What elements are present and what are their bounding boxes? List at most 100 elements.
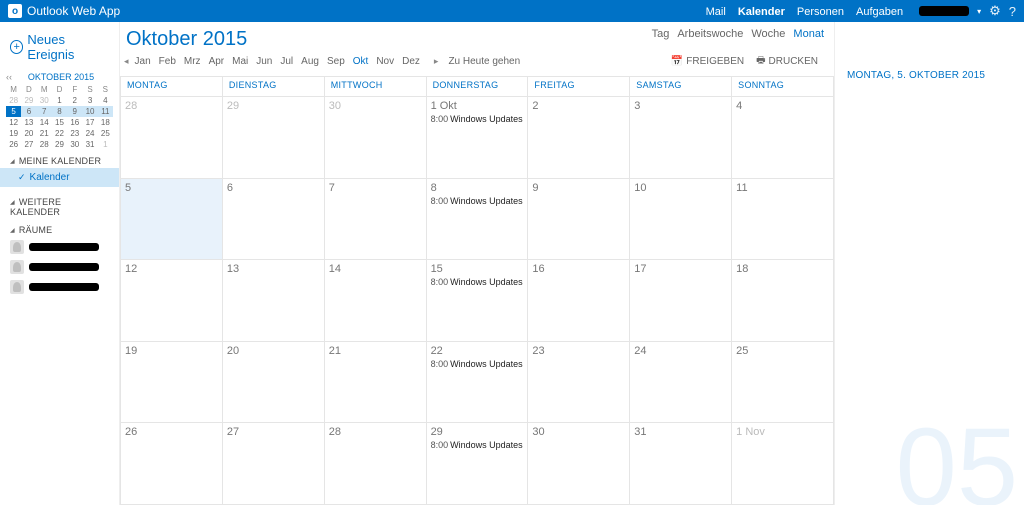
mini-day[interactable]: 9 bbox=[67, 106, 82, 117]
calendar-item-kalender[interactable]: ✓Kalender bbox=[0, 168, 119, 187]
mini-day[interactable]: 21 bbox=[37, 128, 52, 139]
help-icon[interactable]: ? bbox=[1009, 4, 1016, 19]
room-item[interactable] bbox=[0, 277, 119, 297]
day-cell[interactable]: 228:00Windows Updates an Schu bbox=[427, 342, 529, 424]
month-jan[interactable]: Jan bbox=[135, 56, 151, 67]
day-cell[interactable]: 7 bbox=[325, 179, 427, 261]
mini-day[interactable]: 2 bbox=[67, 95, 82, 106]
mini-day[interactable]: 3 bbox=[82, 95, 97, 106]
day-cell[interactable]: 10 bbox=[630, 179, 732, 261]
mini-day[interactable]: 25 bbox=[98, 128, 113, 139]
month-aug[interactable]: Aug bbox=[301, 56, 319, 67]
mini-day[interactable]: 19 bbox=[6, 128, 21, 139]
nav-kalender[interactable]: Kalender bbox=[738, 6, 785, 18]
view-monat[interactable]: Monat bbox=[793, 28, 824, 40]
day-cell[interactable]: 88:00Windows Updates an Schu bbox=[427, 179, 529, 261]
day-cell[interactable]: 14 bbox=[325, 260, 427, 342]
room-item[interactable] bbox=[0, 237, 119, 257]
day-cell[interactable]: 17 bbox=[630, 260, 732, 342]
gear-icon[interactable]: ⚙ bbox=[989, 3, 1001, 19]
new-event-button[interactable]: + Neues Ereignis bbox=[0, 26, 119, 72]
app-logo[interactable]: o Outlook Web App bbox=[8, 4, 120, 18]
day-cell[interactable]: 21 bbox=[325, 342, 427, 424]
day-cell[interactable]: 12 bbox=[121, 260, 223, 342]
day-cell[interactable]: 20 bbox=[223, 342, 325, 424]
calendar-event[interactable]: 8:00Windows Updates an Schu bbox=[431, 114, 524, 124]
mini-day[interactable]: 5 bbox=[6, 106, 21, 117]
share-button[interactable]: 📅 FREIGEBEN bbox=[671, 56, 744, 67]
day-cell[interactable]: 1 Nov bbox=[732, 423, 834, 505]
print-button[interactable]: 🖶 DRUCKEN bbox=[756, 53, 818, 70]
day-cell[interactable]: 158:00Windows Updates an Schu bbox=[427, 260, 529, 342]
day-cell[interactable]: 23 bbox=[528, 342, 630, 424]
day-cell[interactable]: 31 bbox=[630, 423, 732, 505]
mini-day[interactable]: 12 bbox=[6, 117, 21, 128]
mini-day[interactable]: 18 bbox=[98, 117, 113, 128]
section-other-calendars[interactable]: WEITERE KALENDER bbox=[0, 187, 119, 219]
section-my-calendars[interactable]: MEINE KALENDER bbox=[0, 150, 119, 168]
mini-day[interactable]: 1 bbox=[98, 139, 113, 150]
calendar-event[interactable]: 8:00Windows Updates an Schu bbox=[431, 359, 524, 369]
day-cell[interactable]: 24 bbox=[630, 342, 732, 424]
view-tag[interactable]: Tag bbox=[652, 28, 670, 40]
day-cell[interactable]: 30 bbox=[528, 423, 630, 505]
month-nov[interactable]: Nov bbox=[376, 56, 394, 67]
room-item[interactable] bbox=[0, 257, 119, 277]
nav-personen[interactable]: Personen bbox=[797, 6, 844, 18]
day-cell[interactable]: 11 bbox=[732, 179, 834, 261]
day-cell[interactable]: 6 bbox=[223, 179, 325, 261]
section-rooms[interactable]: RÄUME bbox=[0, 219, 119, 237]
day-cell[interactable]: 19 bbox=[121, 342, 223, 424]
mini-day[interactable]: 14 bbox=[37, 117, 52, 128]
mini-day[interactable]: 16 bbox=[67, 117, 82, 128]
day-cell[interactable]: 9 bbox=[528, 179, 630, 261]
month-prev-icon[interactable]: ◂ bbox=[124, 56, 129, 67]
user-menu[interactable]: ▾ bbox=[919, 6, 981, 16]
mini-day[interactable]: 28 bbox=[37, 139, 52, 150]
mini-day[interactable]: 30 bbox=[37, 95, 52, 106]
mini-day[interactable]: 4 bbox=[98, 95, 113, 106]
month-jul[interactable]: Jul bbox=[280, 56, 293, 67]
month-mai[interactable]: Mai bbox=[232, 56, 248, 67]
mini-day[interactable]: 30 bbox=[67, 139, 82, 150]
month-dez[interactable]: Dez bbox=[402, 56, 420, 67]
mini-day[interactable]: 27 bbox=[21, 139, 36, 150]
mini-day[interactable]: 6 bbox=[21, 106, 36, 117]
day-cell[interactable]: 29 bbox=[223, 97, 325, 179]
mini-day[interactable]: 24 bbox=[82, 128, 97, 139]
day-cell[interactable]: 26 bbox=[121, 423, 223, 505]
day-cell[interactable]: 27 bbox=[223, 423, 325, 505]
mini-day[interactable]: 31 bbox=[82, 139, 97, 150]
mini-day[interactable]: 23 bbox=[67, 128, 82, 139]
month-apr[interactable]: Apr bbox=[209, 56, 225, 67]
day-cell[interactable]: 28 bbox=[325, 423, 427, 505]
day-cell[interactable]: 30 bbox=[325, 97, 427, 179]
mini-calendar[interactable]: ‹‹ OKTOBER 2015 › MDMDFSS282930123456789… bbox=[0, 72, 119, 150]
calendar-event[interactable]: 8:00Windows Updates an Schu bbox=[431, 277, 524, 287]
day-cell[interactable]: 16 bbox=[528, 260, 630, 342]
mini-day[interactable]: 20 bbox=[21, 128, 36, 139]
day-cell[interactable]: 3 bbox=[630, 97, 732, 179]
mini-day[interactable]: 10 bbox=[82, 106, 97, 117]
month-grid[interactable]: MONTAGDIENSTAGMITTWOCHDONNERSTAGFREITAGS… bbox=[120, 76, 834, 505]
month-mrz[interactable]: Mrz bbox=[184, 56, 201, 67]
month-okt[interactable]: Okt bbox=[353, 56, 369, 67]
day-cell[interactable]: 28 bbox=[121, 97, 223, 179]
month-sep[interactable]: Sep bbox=[327, 56, 345, 67]
nav-aufgaben[interactable]: Aufgaben bbox=[856, 6, 903, 18]
day-cell[interactable]: 4 bbox=[732, 97, 834, 179]
mini-day[interactable]: 7 bbox=[37, 106, 52, 117]
view-woche[interactable]: Woche bbox=[751, 28, 785, 40]
mini-day[interactable]: 1 bbox=[52, 95, 67, 106]
view-arbeitswoche[interactable]: Arbeitswoche bbox=[677, 28, 743, 40]
day-cell[interactable]: 18 bbox=[732, 260, 834, 342]
mini-day[interactable]: 8 bbox=[52, 106, 67, 117]
mini-day[interactable]: 15 bbox=[52, 117, 67, 128]
mini-day[interactable]: 17 bbox=[82, 117, 97, 128]
mini-day[interactable]: 11 bbox=[98, 106, 113, 117]
mini-day[interactable]: 13 bbox=[21, 117, 36, 128]
calendar-event[interactable]: 8:00Windows Updates an Schu bbox=[431, 196, 524, 206]
month-next-icon[interactable]: ▸ bbox=[434, 56, 439, 67]
mini-day[interactable]: 29 bbox=[52, 139, 67, 150]
go-to-today[interactable]: Zu Heute gehen bbox=[448, 56, 520, 67]
